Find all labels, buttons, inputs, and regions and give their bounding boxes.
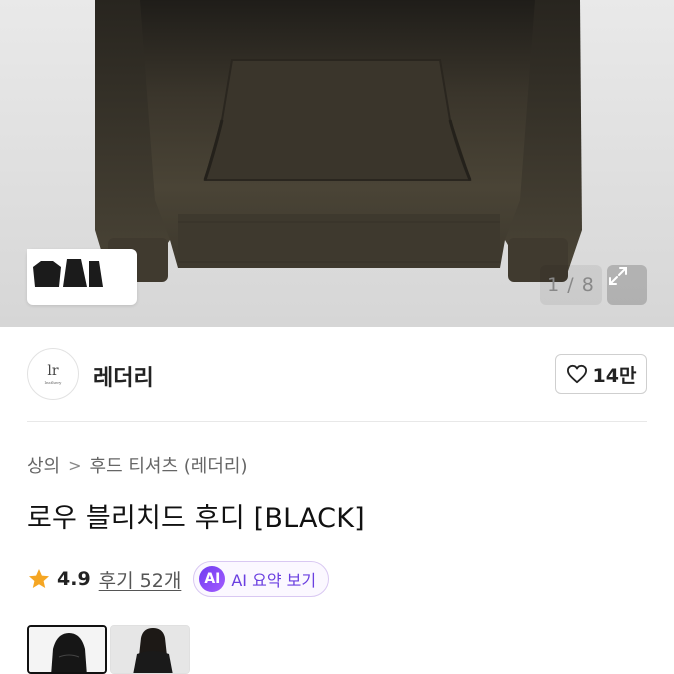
- ai-badge-icon: AI: [199, 566, 226, 592]
- star-icon: [29, 569, 49, 588]
- heart-outline-icon: [566, 364, 587, 384]
- reviews-link[interactable]: 후기 52개: [99, 566, 182, 593]
- ai-summary-button[interactable]: AI AI 요약 보기: [193, 561, 330, 597]
- expand-button[interactable]: [607, 265, 647, 305]
- brand-logo[interactable]: lr leathery: [27, 348, 79, 400]
- brand-row: lr leathery 레더리 14만: [27, 348, 647, 402]
- like-button[interactable]: 14만: [555, 354, 647, 394]
- image-counter: 1 / 8: [540, 265, 602, 305]
- breadcrumb: 상의 > 후드 티셔츠 (레더리): [27, 452, 248, 478]
- product-title: 로우 블리치드 후디 [BLACK]: [27, 503, 365, 534]
- variant-thumbnail[interactable]: [110, 625, 190, 674]
- rating-score: 4.9: [57, 568, 91, 590]
- brand-logo-mark: lr: [47, 362, 59, 379]
- breadcrumb-item-category[interactable]: 상의: [27, 452, 60, 478]
- breadcrumb-item-subcategory[interactable]: 후드 티셔츠 (레더리): [90, 452, 248, 478]
- variant-thumbnail-selected[interactable]: [27, 625, 107, 674]
- brand-name[interactable]: 레더리: [93, 360, 154, 392]
- thumbnail-strip[interactable]: ›: [27, 249, 137, 305]
- divider: [27, 421, 647, 422]
- rating-row: 4.9 후기 52개 AI AI 요약 보기: [27, 561, 330, 597]
- chevron-right-icon: >: [68, 455, 82, 475]
- expand-arrows-icon: [609, 267, 627, 285]
- ai-summary-label: AI 요약 보기: [231, 571, 317, 590]
- product-image[interactable]: › 1 / 8: [0, 0, 674, 327]
- variant-model-photo: [111, 626, 189, 673]
- brand-logo-text: leathery: [44, 379, 62, 385]
- like-count: 14만: [592, 364, 637, 387]
- thumbnail-hoodies: [27, 249, 109, 297]
- variant-black-hoodie: [29, 627, 105, 672]
